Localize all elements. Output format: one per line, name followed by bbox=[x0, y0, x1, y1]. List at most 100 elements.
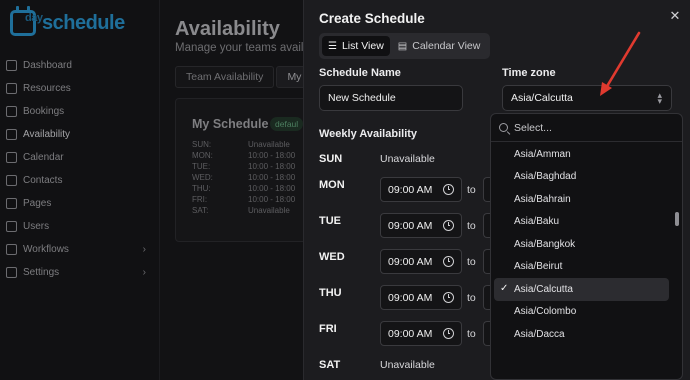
summary-hours: 10:00 - 18:00 bbox=[248, 195, 296, 204]
users-icon bbox=[6, 221, 17, 232]
day-label-tue: TUE bbox=[319, 215, 341, 227]
summary-hours: Unavailable bbox=[248, 140, 290, 149]
sidebar-item-label: Bookings bbox=[23, 106, 65, 117]
sidebar-item-pages[interactable]: Pages bbox=[0, 192, 160, 215]
day-label-mon: MON bbox=[319, 179, 345, 191]
inbox-icon bbox=[6, 106, 17, 117]
sidebar-item-label: Settings bbox=[23, 267, 60, 278]
summary-day: SAT: bbox=[192, 206, 209, 215]
sidebar-item-settings[interactable]: Settings › bbox=[0, 261, 160, 284]
sidebar-item-label: Dashboard bbox=[23, 60, 72, 71]
sidebar-item-label: Availability bbox=[23, 129, 71, 140]
sidebar-item-bookings[interactable]: Bookings bbox=[0, 100, 160, 123]
schedule-card-title: My Schedule bbox=[192, 117, 269, 131]
timezone-select[interactable]: Asia/Calcutta ▴ ▾ bbox=[502, 85, 672, 111]
timezone-option-label: Asia/Beirut bbox=[514, 261, 563, 273]
timezone-option[interactable]: Asia/Amman bbox=[491, 143, 677, 166]
tab-team-availability[interactable]: Team Availability bbox=[175, 66, 275, 88]
page-title: Availability bbox=[175, 18, 280, 40]
timezone-option[interactable]: Asia/Colombo bbox=[491, 301, 677, 324]
start-time-input[interactable]: 09:00 AM bbox=[380, 249, 462, 274]
sidebar-item-label: Users bbox=[23, 221, 50, 232]
sidebar-item-label: Resources bbox=[23, 83, 71, 94]
sidebar-item-users[interactable]: Users bbox=[0, 215, 160, 238]
summary-hours: 10:00 - 18:00 bbox=[248, 173, 296, 182]
to-label: to bbox=[467, 220, 476, 232]
list-view-button[interactable]: ☰ List View bbox=[322, 36, 390, 56]
timezone-search-input[interactable] bbox=[514, 121, 674, 134]
summary-hours: 10:00 - 18:00 bbox=[248, 151, 296, 160]
timezone-option[interactable]: Asia/Bangkok bbox=[491, 233, 677, 256]
schedule-name-input[interactable]: New Schedule bbox=[319, 85, 463, 111]
box-icon bbox=[6, 83, 17, 94]
to-label: to bbox=[467, 292, 476, 304]
check-icon: ✓ bbox=[500, 283, 509, 294]
calendar-view-label: Calendar View bbox=[412, 40, 481, 52]
dropdown-scrollbar[interactable] bbox=[675, 212, 679, 226]
sidebar-item-label: Contacts bbox=[23, 175, 63, 186]
timezone-option[interactable]: Asia/Beirut bbox=[491, 256, 677, 279]
start-time-value: 09:00 AM bbox=[388, 219, 433, 232]
summary-hours: 10:00 - 18:00 bbox=[248, 162, 296, 171]
summary-day: THU: bbox=[192, 184, 211, 193]
start-time-value: 09:00 AM bbox=[388, 183, 433, 196]
timezone-option-label: Asia/Dacca bbox=[514, 328, 565, 340]
summary-day: MON: bbox=[192, 151, 213, 160]
sidebar-item-calendar[interactable]: Calendar bbox=[0, 146, 160, 169]
unavailable-text: Unavailable bbox=[380, 359, 435, 371]
schedule-name-label: Schedule Name bbox=[319, 67, 401, 79]
summary-hours: 10:00 - 18:00 bbox=[248, 184, 296, 193]
timezone-option[interactable]: Asia/Dacca bbox=[491, 323, 677, 346]
start-time-value: 09:00 AM bbox=[388, 255, 433, 268]
timezone-option-label: Asia/Bangkok bbox=[514, 238, 576, 250]
clock-icon bbox=[443, 184, 454, 195]
sidebar-item-workflows[interactable]: Workflows › bbox=[0, 238, 160, 261]
timezone-option-label: Asia/Bahrain bbox=[514, 193, 571, 205]
timezone-label: Time zone bbox=[502, 67, 556, 79]
summary-day: SUN: bbox=[192, 140, 212, 149]
brand-logo[interactable]: day schedule bbox=[10, 6, 125, 36]
summary-hours: Unavailable bbox=[248, 206, 290, 215]
pages-icon bbox=[6, 198, 17, 209]
summary-day: FRI: bbox=[192, 195, 208, 204]
day-label-fri: FRI bbox=[319, 323, 337, 335]
calendar-icon bbox=[6, 152, 17, 163]
sidebar-item-resources[interactable]: Resources bbox=[0, 77, 160, 100]
summary-day: WED: bbox=[192, 173, 213, 182]
start-time-value: 09:00 AM bbox=[388, 327, 433, 340]
start-time-input[interactable]: 09:00 AM bbox=[380, 177, 462, 202]
close-icon[interactable]: ✕ bbox=[668, 9, 682, 23]
modal-title: Create Schedule bbox=[319, 11, 425, 26]
clock-icon bbox=[443, 256, 454, 267]
sidebar-item-label: Workflows bbox=[23, 244, 69, 255]
sidebar: day schedule Dashboard Resources Bookings Av… bbox=[0, 0, 160, 380]
view-toggle: ☰ List View ▤ Calendar View bbox=[319, 33, 490, 59]
start-time-input[interactable]: 09:00 AM bbox=[380, 321, 462, 346]
timezone-option[interactable]: Asia/Bahrain bbox=[491, 188, 677, 211]
calendar-view-button[interactable]: ▤ Calendar View bbox=[392, 36, 487, 56]
calendar-icon: ▤ bbox=[397, 40, 408, 52]
sidebar-item-availability[interactable]: Availability bbox=[0, 123, 160, 146]
sidebar-item-contacts[interactable]: Contacts bbox=[0, 169, 160, 192]
timezone-option-label: Asia/Calcutta bbox=[514, 283, 573, 295]
chevron-right-icon: › bbox=[142, 267, 146, 278]
timezone-option[interactable]: ✓ Asia/Calcutta bbox=[494, 278, 669, 301]
list-view-label: List View bbox=[341, 40, 384, 52]
start-time-value: 09:00 AM bbox=[388, 291, 433, 304]
to-label: to bbox=[467, 256, 476, 268]
chart-icon bbox=[6, 60, 17, 71]
start-time-input[interactable]: 09:00 AM bbox=[380, 213, 462, 238]
sidebar-item-dashboard[interactable]: Dashboard bbox=[0, 54, 160, 77]
timezone-option-label: Asia/Baghdad bbox=[514, 171, 577, 183]
timezone-option-label: Asia/Baku bbox=[514, 216, 560, 228]
clock-icon bbox=[443, 292, 454, 303]
red-annotation-arrow bbox=[600, 31, 641, 96]
clock-icon bbox=[443, 328, 454, 339]
timezone-option[interactable]: Asia/Baku bbox=[491, 211, 677, 234]
summary-day: TUE: bbox=[192, 162, 211, 171]
day-label-sun: SUN bbox=[319, 153, 343, 165]
to-label: to bbox=[467, 184, 476, 196]
sidebar-item-label: Pages bbox=[23, 198, 52, 209]
timezone-option[interactable]: Asia/Baghdad bbox=[491, 166, 677, 189]
start-time-input[interactable]: 09:00 AM bbox=[380, 285, 462, 310]
